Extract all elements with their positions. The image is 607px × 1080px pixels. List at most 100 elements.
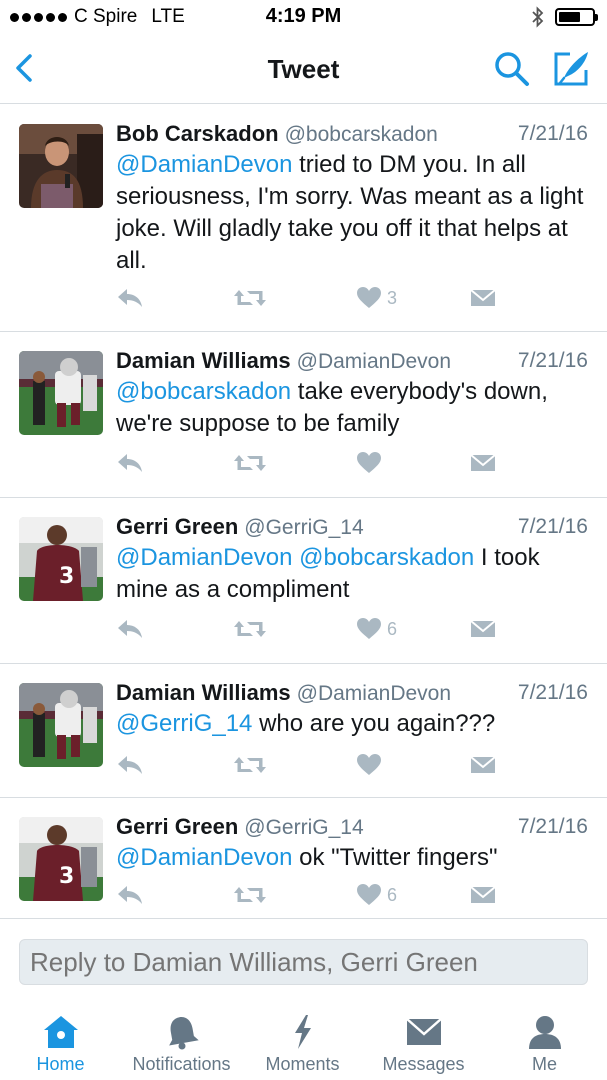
author-name[interactable]: Damian Williams <box>116 348 291 373</box>
reply-bar <box>0 918 607 1000</box>
reply-button[interactable] <box>116 882 144 908</box>
reply-icon <box>118 756 142 774</box>
avatar[interactable]: 3 <box>19 817 103 901</box>
avatar[interactable] <box>19 351 103 435</box>
direct-message-button[interactable] <box>470 450 496 476</box>
reply-button[interactable] <box>116 616 144 642</box>
retweet-icon <box>234 455 266 471</box>
like-icon <box>357 618 381 639</box>
home-icon <box>43 1016 78 1048</box>
author-handle[interactable]: @DamianDevon <box>297 350 451 373</box>
avatar[interactable] <box>19 683 103 767</box>
tweet-header: Damian Williams @DamianDevon 7/21/16 <box>116 348 588 378</box>
tweet-text: @GerriG_14 who are you again??? <box>116 708 589 740</box>
tab-label: Messages <box>382 1054 465 1074</box>
retweet-button[interactable] <box>233 616 267 642</box>
reply-icon <box>118 620 142 638</box>
tweet-text: @DamianDevon ok "Twitter fingers" <box>116 842 589 874</box>
reply-icon <box>118 289 142 307</box>
mention-link[interactable]: @DamianDevon <box>116 844 292 871</box>
tweet-date: 7/21/16 <box>517 815 588 838</box>
mention-link[interactable]: @DamianDevon <box>116 151 292 178</box>
direct-message-icon <box>470 886 496 903</box>
status-bar: C Spire LTE 4:19 PM <box>0 0 607 34</box>
author-handle[interactable]: @GerriG_14 <box>244 816 363 839</box>
tweet[interactable]: Damian Williams @DamianDevon 7/21/16 @bobca… <box>0 332 607 498</box>
retweet-icon <box>234 290 266 306</box>
tweet-header: Gerri Green @GerriG_14 7/21/16 <box>116 514 588 544</box>
retweet-button[interactable] <box>233 882 267 908</box>
like-button[interactable]: 6 <box>356 616 397 642</box>
like-count: 6 <box>387 618 398 639</box>
like-button[interactable]: 6 <box>356 882 397 908</box>
mention-link[interactable]: @bobcarskadon <box>116 378 291 405</box>
retweet-button[interactable] <box>233 450 267 476</box>
retweet-icon <box>234 887 266 903</box>
author-handle[interactable]: @bobcarskadon <box>285 123 438 146</box>
search-button[interactable] <box>492 50 532 88</box>
tweet-body: who are you again??? <box>252 710 496 737</box>
author-handle[interactable]: @GerriG_14 <box>244 516 363 539</box>
tab-label: Moments <box>265 1054 340 1074</box>
tab-label: Home <box>36 1054 85 1074</box>
author-name[interactable]: Gerri Green <box>116 514 238 539</box>
like-button[interactable]: 3 <box>356 285 397 311</box>
mention-link[interactable]: @DamianDevon @bobcarskadon <box>116 544 474 571</box>
direct-message-icon <box>470 454 496 471</box>
like-icon <box>357 884 381 905</box>
author-name[interactable]: Damian Williams <box>116 680 291 705</box>
tab-home[interactable]: Home <box>0 1014 121 1075</box>
tweet-header: Damian Williams @DamianDevon 7/21/16 <box>116 680 588 710</box>
author-name[interactable]: Gerri Green <box>116 814 238 839</box>
reply-button[interactable] <box>116 450 144 476</box>
tweet[interactable]: Bob Carskadon @bobcarskadon 7/21/16 @Damian… <box>0 105 607 332</box>
retweet-button[interactable] <box>233 752 267 778</box>
battery-fill <box>559 12 580 22</box>
retweet-icon <box>234 757 266 773</box>
avatar[interactable] <box>19 124 103 208</box>
battery-icon <box>555 8 598 26</box>
tweet-text: @DamianDevon tried to DM you. In all ser… <box>116 149 589 277</box>
retweet-button[interactable] <box>233 285 267 311</box>
tab-notifications[interactable]: Notifications <box>121 1014 242 1075</box>
tweet-actions: 6 <box>116 616 506 642</box>
direct-message-button[interactable] <box>470 882 496 908</box>
nav-bar: Tweet <box>0 34 607 104</box>
tab-label: Me <box>531 1054 557 1074</box>
tab-me[interactable]: Me <box>484 1014 605 1075</box>
tweet-text: @bobcarskadon take everybody's down, we'… <box>116 376 589 440</box>
tweet-actions <box>116 752 506 778</box>
tweet[interactable]: Damian Williams @DamianDevon 7/21/16 @Gerri… <box>0 664 607 798</box>
direct-message-icon <box>470 756 496 773</box>
tweet[interactable]: 3 Gerri Green @GerriG_14 7/21/16 @DamianDevo… <box>0 798 607 918</box>
compose-tweet-button[interactable] <box>552 48 592 88</box>
retweet-icon <box>234 621 266 637</box>
svg-text:3: 3 <box>59 864 74 889</box>
tweet-header: Bob Carskadon @bobcarskadon 7/21/16 <box>116 121 588 151</box>
author-handle[interactable]: @DamianDevon <box>297 682 451 705</box>
like-button[interactable] <box>356 450 387 476</box>
tweet-date: 7/21/16 <box>517 349 588 372</box>
tweet[interactable]: 3 Gerri Green @GerriG_14 7/21/16 @DamianDevo… <box>0 498 607 664</box>
tweet-text: @DamianDevon @bobcarskadon I took mine a… <box>116 542 589 606</box>
direct-message-icon <box>470 289 496 306</box>
reply-button[interactable] <box>116 285 144 311</box>
direct-message-button[interactable] <box>470 285 496 311</box>
author-name[interactable]: Bob Carskadon <box>116 121 279 146</box>
svg-text:3: 3 <box>59 564 74 589</box>
tweet-date: 7/21/16 <box>517 515 588 538</box>
direct-message-button[interactable] <box>470 616 496 642</box>
like-button[interactable] <box>356 752 387 778</box>
reply-button[interactable] <box>116 752 144 778</box>
status-time: 4:19 PM <box>265 5 342 27</box>
avatar[interactable]: 3 <box>19 517 103 601</box>
direct-message-button[interactable] <box>470 752 496 778</box>
reply-input[interactable] <box>19 939 588 985</box>
tab-messages[interactable]: Messages <box>363 1014 484 1075</box>
status-right <box>531 6 598 28</box>
tab-moments[interactable]: Moments <box>242 1014 363 1075</box>
search-icon <box>495 52 529 86</box>
envelope-icon <box>405 1018 442 1045</box>
tab-label: Notifications <box>132 1054 231 1074</box>
mention-link[interactable]: @GerriG_14 <box>116 710 252 737</box>
